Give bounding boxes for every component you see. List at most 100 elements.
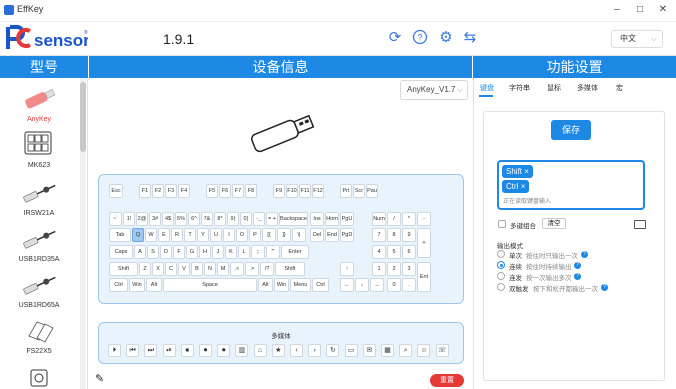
media-key[interactable]: ↻ xyxy=(326,344,340,357)
key-f[interactable]: F xyxy=(173,245,185,259)
key-f7[interactable]: F7 xyxy=(232,184,244,198)
output-mode-radio[interactable] xyxy=(497,272,505,280)
maximize-button[interactable]: □ xyxy=(630,2,650,18)
keyboard-icon[interactable] xyxy=(634,220,646,229)
key-6[interactable]: 6^ xyxy=(188,212,200,226)
tab-keyboard[interactable]: 键盘 xyxy=(480,83,494,93)
device-item-anykey[interactable]: AnyKey xyxy=(4,84,74,123)
tab-mouse[interactable]: 鼠标 xyxy=(547,83,561,93)
chip-close-icon[interactable]: × xyxy=(524,167,529,176)
key-2[interactable]: 2 xyxy=(387,262,401,276)
clear-button[interactable]: 清空 xyxy=(542,218,566,229)
key-symbol[interactable]: ;: xyxy=(251,245,265,259)
key-s[interactable]: S xyxy=(147,245,159,259)
media-key[interactable]: ⌕ xyxy=(399,344,413,357)
key-symbol[interactable]: / xyxy=(387,212,401,226)
key-ins[interactable]: Ins xyxy=(310,212,324,226)
key-num[interactable]: Num xyxy=(372,212,386,226)
media-key[interactable]: ★ xyxy=(271,344,285,357)
key-alt[interactable]: Alt xyxy=(146,278,162,292)
key-end[interactable]: End xyxy=(325,228,339,242)
key-m[interactable]: M xyxy=(217,262,229,276)
media-key[interactable]: ✉ xyxy=(362,344,376,357)
key-z[interactable]: Z xyxy=(139,262,151,276)
key-9[interactable]: 9( xyxy=(227,212,239,226)
key-1[interactable]: 1 xyxy=(372,262,386,276)
key-n[interactable]: N xyxy=(204,262,216,276)
key-3[interactable]: 3# xyxy=(149,212,161,226)
refresh-icon[interactable]: ⟳ xyxy=(386,29,404,47)
key-f10[interactable]: F10 xyxy=(286,184,298,198)
output-mode-radio[interactable] xyxy=(497,250,505,258)
key-ent[interactable]: Ent xyxy=(417,262,431,292)
key-f1[interactable]: F1 xyxy=(139,184,151,198)
key-g[interactable]: G xyxy=(186,245,198,259)
key-symbol[interactable]: /? xyxy=(260,262,274,276)
key-8[interactable]: 8 xyxy=(387,228,401,242)
key-k[interactable]: K xyxy=(225,245,237,259)
key-pau[interactable]: Pau xyxy=(366,184,378,198)
key-3[interactable]: 3 xyxy=(402,262,416,276)
firmware-select[interactable]: AnyKey_V1.7 ⌵ xyxy=(400,80,468,100)
key-b[interactable]: B xyxy=(191,262,203,276)
key-pgu[interactable]: PgU xyxy=(340,212,354,226)
tab-multimedia[interactable]: 多媒体 xyxy=(577,83,598,93)
close-button[interactable]: ✕ xyxy=(653,2,673,18)
key-scr[interactable]: Scr xyxy=(353,184,365,198)
scrollbar-thumb[interactable] xyxy=(80,82,86,152)
key-2[interactable]: 2@ xyxy=(136,212,148,226)
media-key[interactable]: ⏺ xyxy=(199,344,212,357)
tab-macro[interactable]: 宏 xyxy=(616,83,623,93)
media-key[interactable]: ▦ xyxy=(381,344,394,357)
key-v[interactable]: V xyxy=(178,262,190,276)
key-symbol[interactable]: * xyxy=(402,212,416,226)
media-key[interactable]: ▥ xyxy=(235,344,249,357)
media-key[interactable]: ⏺ xyxy=(217,344,231,357)
device-item-next[interactable] xyxy=(4,366,74,389)
key-menu[interactable]: Menu xyxy=(290,278,311,292)
key-f3[interactable]: F3 xyxy=(165,184,177,198)
key-7[interactable]: 7 xyxy=(372,228,386,242)
key-l[interactable]: L xyxy=(238,245,250,259)
key-win[interactable]: Win xyxy=(129,278,145,292)
device-item-mk623[interactable]: MK623 xyxy=(4,130,74,169)
media-key[interactable]: ⏯ xyxy=(162,344,176,357)
key-p[interactable]: P xyxy=(249,228,261,242)
key-j[interactable]: J xyxy=(212,245,224,259)
key-6[interactable]: 6 xyxy=(402,245,416,259)
key-ctrl[interactable]: Ctrl xyxy=(109,278,128,292)
key-backspace[interactable]: Backspace xyxy=(279,212,308,226)
key-symbol[interactable]: ↑ xyxy=(340,262,354,276)
media-key[interactable]: ⌂ xyxy=(253,344,267,357)
media-key[interactable]: ☺ xyxy=(417,344,431,357)
key-u[interactable]: U xyxy=(210,228,222,242)
key-x[interactable]: X xyxy=(152,262,164,276)
usb-icon[interactable]: ⇆ xyxy=(461,29,479,47)
key-alt[interactable]: Alt xyxy=(258,278,273,292)
key-f8[interactable]: F8 xyxy=(245,184,257,198)
minimize-button[interactable]: – xyxy=(607,2,627,18)
key-d[interactable]: D xyxy=(160,245,172,259)
output-mode-radio[interactable] xyxy=(497,261,505,269)
key-h[interactable]: H xyxy=(199,245,211,259)
output-mode-radio[interactable] xyxy=(497,283,505,291)
media-key[interactable]: ☏ xyxy=(435,344,449,357)
key-i[interactable]: I xyxy=(223,228,235,242)
device-item-usb1rd35a[interactable]: USB1RD35A xyxy=(4,224,74,263)
key-prt[interactable]: Prt xyxy=(340,184,352,198)
key-symbol[interactable]: ~` xyxy=(109,212,122,226)
key-0[interactable]: 0 xyxy=(387,278,401,292)
key-t[interactable]: T xyxy=(184,228,196,242)
key-esc[interactable]: Esc xyxy=(109,184,123,198)
media-key[interactable]: ⏭ xyxy=(144,344,158,357)
key-f2[interactable]: F2 xyxy=(152,184,164,198)
tab-string[interactable]: 字符串 xyxy=(509,83,530,93)
language-select[interactable]: 中文 ⌵ xyxy=(611,30,663,48)
chip-shift[interactable]: Shift × xyxy=(502,165,533,178)
save-button[interactable]: 保存 xyxy=(551,120,591,140)
key-space[interactable]: Space xyxy=(163,278,257,292)
help-icon[interactable]: ? xyxy=(411,29,429,47)
key-5[interactable]: 5% xyxy=(175,212,187,226)
help-icon[interactable]: ? xyxy=(601,283,608,291)
key-c[interactable]: C xyxy=(165,262,177,276)
